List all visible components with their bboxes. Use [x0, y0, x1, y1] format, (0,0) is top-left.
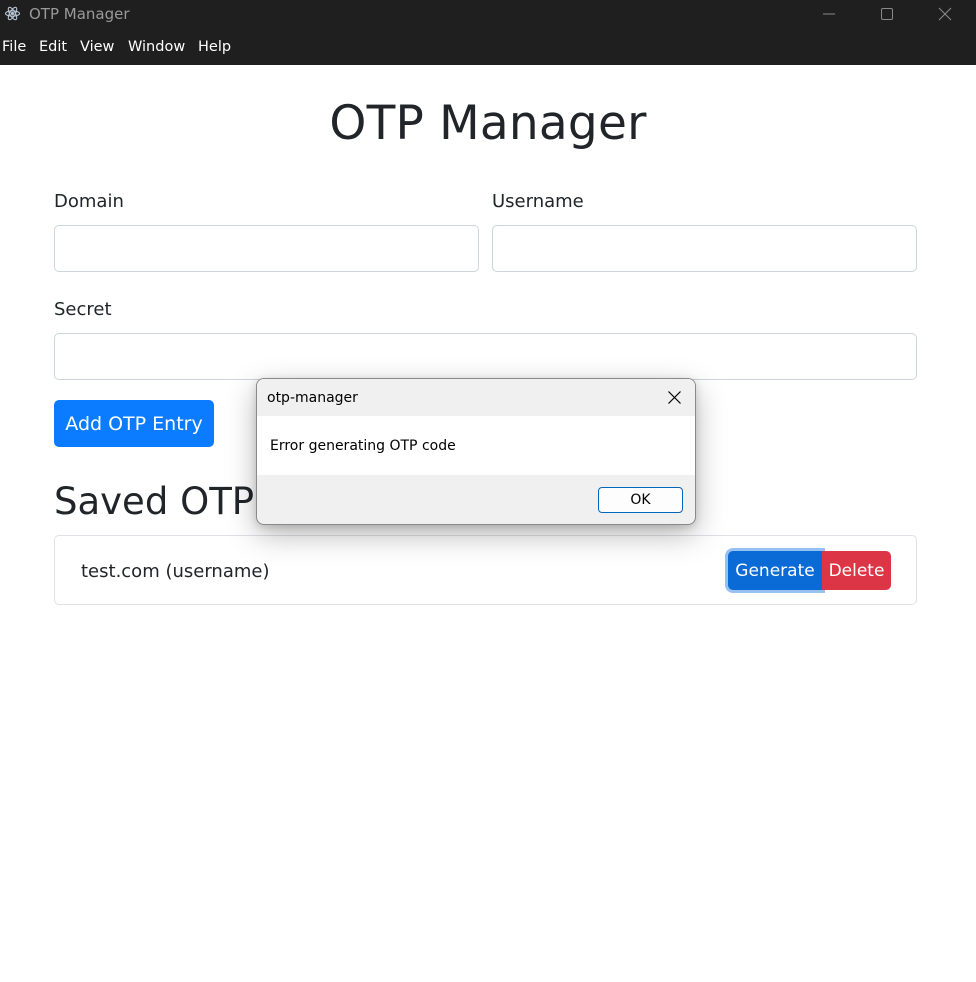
- menu-file[interactable]: File: [2, 39, 26, 55]
- delete-button[interactable]: Delete: [822, 551, 891, 590]
- window-titlebar: OTP Manager: [0, 0, 976, 28]
- dialog-header: otp-manager: [257, 379, 695, 416]
- error-dialog: otp-manager Error generating OTP code OK: [256, 378, 696, 525]
- dialog-message: Error generating OTP code: [270, 438, 456, 454]
- menu-view[interactable]: View: [80, 39, 114, 55]
- window-title: OTP Manager: [29, 5, 130, 23]
- dialog-ok-button[interactable]: OK: [598, 487, 683, 513]
- electron-app-icon: [4, 5, 21, 22]
- dialog-body: Error generating OTP code: [257, 416, 695, 475]
- minimize-button[interactable]: [806, 0, 852, 28]
- close-icon: [938, 7, 952, 21]
- username-label: Username: [492, 191, 584, 212]
- menu-edit[interactable]: Edit: [39, 39, 67, 55]
- window-close-button[interactable]: [922, 0, 968, 28]
- page-title: OTP Manager: [329, 96, 647, 151]
- generate-button[interactable]: Generate: [728, 551, 822, 590]
- domain-label: Domain: [54, 191, 124, 212]
- close-icon: [668, 391, 681, 404]
- saved-otp-heading: Saved OTP: [54, 480, 255, 523]
- minimize-icon: [823, 13, 835, 15]
- maximize-icon: [881, 8, 893, 20]
- maximize-button[interactable]: [864, 0, 910, 28]
- menu-help[interactable]: Help: [198, 39, 231, 55]
- dialog-close-button[interactable]: [661, 387, 689, 409]
- list-item: test.com (username) Generate Delete: [54, 535, 917, 605]
- secret-input[interactable]: [54, 333, 917, 380]
- entry-label: test.com (username): [81, 561, 270, 582]
- secret-label: Secret: [54, 299, 112, 320]
- dialog-title: otp-manager: [267, 390, 358, 406]
- menu-window[interactable]: Window: [128, 39, 185, 55]
- add-otp-entry-button[interactable]: Add OTP Entry: [54, 400, 214, 447]
- username-input[interactable]: [492, 225, 917, 272]
- menu-bar: File Edit View Window Help: [0, 28, 976, 65]
- domain-input[interactable]: [54, 225, 479, 272]
